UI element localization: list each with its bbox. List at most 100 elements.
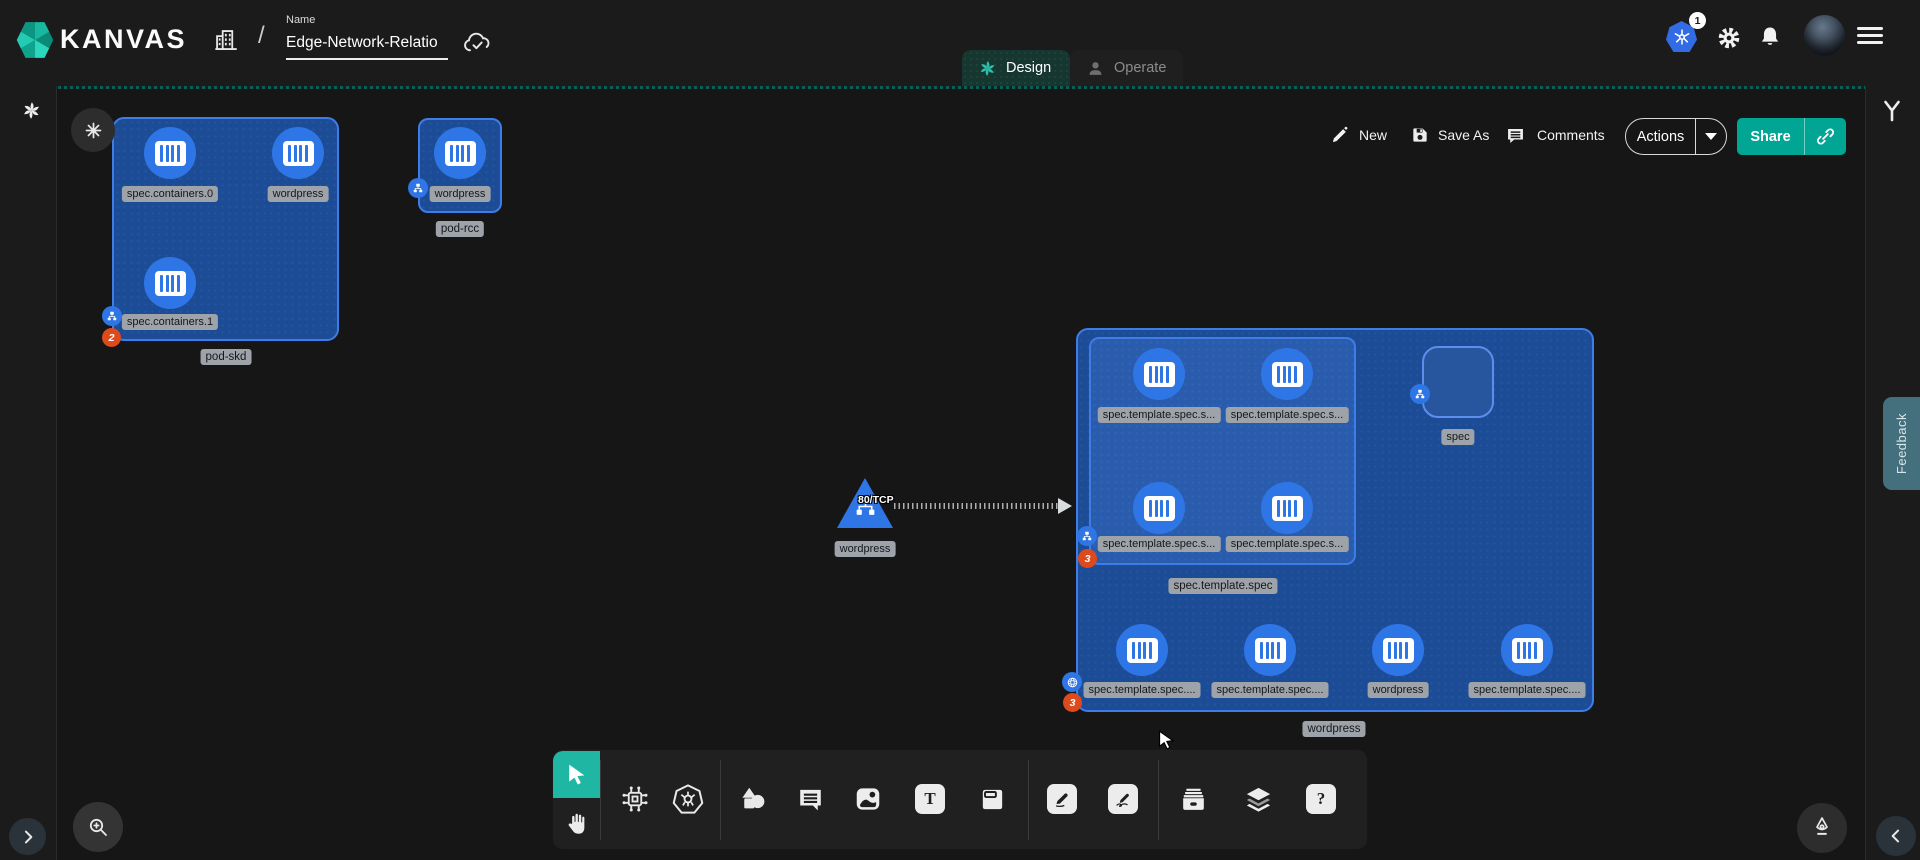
chevron-right-icon (18, 827, 38, 847)
node-container[interactable] (1116, 624, 1168, 676)
comment-tool-button[interactable] (790, 779, 830, 819)
toolbar-divider (600, 760, 601, 840)
node-label: spec.template.spec.... (1212, 682, 1329, 698)
annotate-button[interactable] (1797, 803, 1847, 853)
container-icon (1512, 638, 1543, 663)
group-spec-template-spec[interactable] (1089, 337, 1356, 565)
collapse-right-panel-button[interactable] (1876, 816, 1916, 856)
expand-left-panel-button[interactable] (9, 818, 46, 855)
left-rail (0, 86, 57, 860)
container-icon (1144, 362, 1175, 387)
chip-icon (620, 784, 650, 814)
pod-badge-icon[interactable] (1410, 384, 1430, 404)
tab-design[interactable]: Design (962, 50, 1070, 86)
save-as-button[interactable]: Save As (1438, 127, 1489, 143)
node-container[interactable] (144, 127, 196, 179)
pod-badge-icon[interactable] (1077, 526, 1097, 546)
pod-badge-icon[interactable] (408, 178, 428, 198)
node-label: spec.template.spec.s... (1098, 536, 1221, 552)
save-as-floppy-icon[interactable] (1410, 125, 1430, 145)
pen-nib-icon (1809, 815, 1835, 841)
node-container[interactable] (1244, 624, 1296, 676)
container-icon (1383, 638, 1414, 663)
node-container[interactable] (1372, 624, 1424, 676)
share-button-label: Share (1737, 129, 1804, 145)
components-tool-button[interactable] (615, 779, 655, 819)
freehand-tool-button[interactable] (1103, 779, 1143, 819)
user-avatar[interactable] (1804, 15, 1845, 56)
pen-tool-button[interactable] (1042, 779, 1082, 819)
canvas-top-border (58, 86, 1865, 89)
comments-button[interactable]: Comments (1537, 127, 1605, 143)
question-mark-icon: ? (1306, 784, 1336, 814)
mesh-badge-icon[interactable] (1062, 672, 1082, 692)
cloud-saved-icon (462, 31, 494, 54)
kanvas-logo-icon[interactable] (16, 21, 54, 59)
container-icon (1272, 362, 1303, 387)
toolbar-divider (1158, 760, 1159, 840)
issue-count-badge[interactable]: 2 (102, 328, 121, 347)
node-label: spec.containers.1 (122, 314, 218, 330)
node-label: spec.template.spec.... (1084, 682, 1201, 698)
container-icon (1144, 496, 1175, 521)
node-container[interactable] (434, 127, 486, 179)
container-icon (283, 141, 314, 166)
node-container[interactable] (1501, 624, 1553, 676)
notifications-bell-icon[interactable] (1757, 24, 1783, 50)
comments-icon[interactable] (1505, 125, 1526, 146)
group-label: pod-skd (201, 349, 252, 365)
node-container[interactable] (1261, 482, 1313, 534)
snowflake-button[interactable] (71, 108, 115, 152)
share-button[interactable]: Share (1737, 118, 1846, 155)
node-container[interactable] (144, 257, 196, 309)
help-tool-button[interactable]: ? (1301, 779, 1341, 819)
brand-wordmark: KANVAS (60, 24, 187, 55)
actions-button[interactable]: Actions (1625, 118, 1727, 155)
share-link-icon[interactable] (1815, 126, 1836, 147)
design-name-input[interactable] (286, 32, 448, 60)
node-label: wordpress (1368, 682, 1429, 698)
archive-tool-button[interactable] (1173, 779, 1213, 819)
design-name-label: Name (286, 14, 315, 26)
zoom-button[interactable] (73, 802, 123, 852)
layers-tool-button[interactable] (1238, 779, 1278, 819)
node-container[interactable] (1261, 348, 1313, 400)
organization-icon[interactable] (212, 26, 239, 53)
container-icon (155, 141, 186, 166)
edge-port-label: 80/TCP (858, 494, 894, 506)
group-label: spec.template.spec (1168, 578, 1277, 594)
node-container[interactable] (272, 127, 324, 179)
node-spec[interactable] (1422, 346, 1494, 418)
feedback-tab[interactable]: Feedback (1883, 397, 1920, 490)
select-tool-button[interactable] (553, 751, 600, 798)
image-icon (853, 784, 883, 814)
shapes-tool-button[interactable] (733, 779, 773, 819)
node-container[interactable] (1133, 482, 1185, 534)
pod-badge-icon[interactable] (102, 306, 122, 326)
comment-bubble-icon (796, 785, 825, 814)
issue-count-badge[interactable]: 3 (1078, 549, 1097, 568)
node-container[interactable] (1133, 348, 1185, 400)
edge-service-to-deployment[interactable] (894, 503, 1062, 509)
kubernetes-tool-button[interactable] (668, 779, 708, 819)
breadcrumb-separator: / (258, 22, 265, 50)
hamburger-menu-icon[interactable] (1857, 27, 1883, 44)
settings-gear-icon[interactable] (1716, 25, 1742, 51)
image-tool-button[interactable] (848, 779, 888, 819)
tab-operate[interactable]: Operate (1070, 50, 1183, 86)
share-button-divider (1804, 118, 1805, 155)
text-tool-button[interactable]: T (910, 779, 950, 819)
issue-count-badge[interactable]: 3 (1063, 693, 1082, 712)
actions-caret-down-icon[interactable] (1705, 133, 1717, 140)
top-bar: KANVAS / Name 1 Design Operate (0, 0, 1920, 86)
merge-y-icon[interactable] (1880, 99, 1904, 123)
rail-pinwheel-icon[interactable] (21, 100, 42, 121)
container-icon (1272, 496, 1303, 521)
new-button[interactable]: New (1359, 127, 1387, 143)
chevron-left-icon (1886, 826, 1906, 846)
tab-operate-label: Operate (1114, 60, 1166, 76)
pan-tool-button[interactable] (553, 798, 600, 849)
node-label: wordpress (835, 541, 896, 557)
new-pencil-icon[interactable] (1330, 125, 1350, 145)
note-tool-button[interactable] (972, 779, 1012, 819)
